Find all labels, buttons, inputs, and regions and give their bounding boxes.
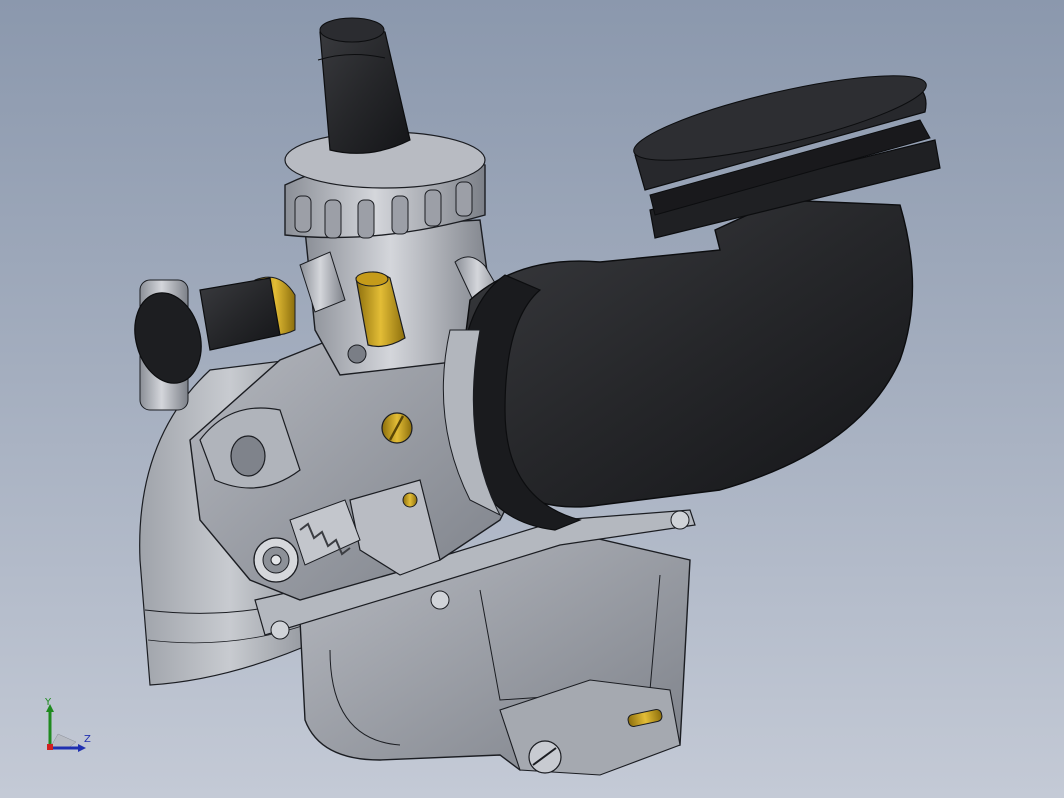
cable-boot[interactable]: [319, 24, 411, 154]
mounting-hole: [230, 435, 266, 477]
pilot-jet-brass[interactable]: [402, 492, 418, 508]
graphics-viewport[interactable]: Y Z: [0, 0, 1064, 798]
z-axis-label: Z: [84, 734, 91, 745]
z-axis-arrow: [78, 744, 86, 752]
choke-knob[interactable]: [125, 285, 211, 390]
triad-plane: [49, 733, 77, 749]
y-axis-label: Y: [45, 697, 52, 708]
intake-elbow[interactable]: [454, 199, 914, 508]
carburetor-model[interactable]: [0, 0, 1064, 798]
